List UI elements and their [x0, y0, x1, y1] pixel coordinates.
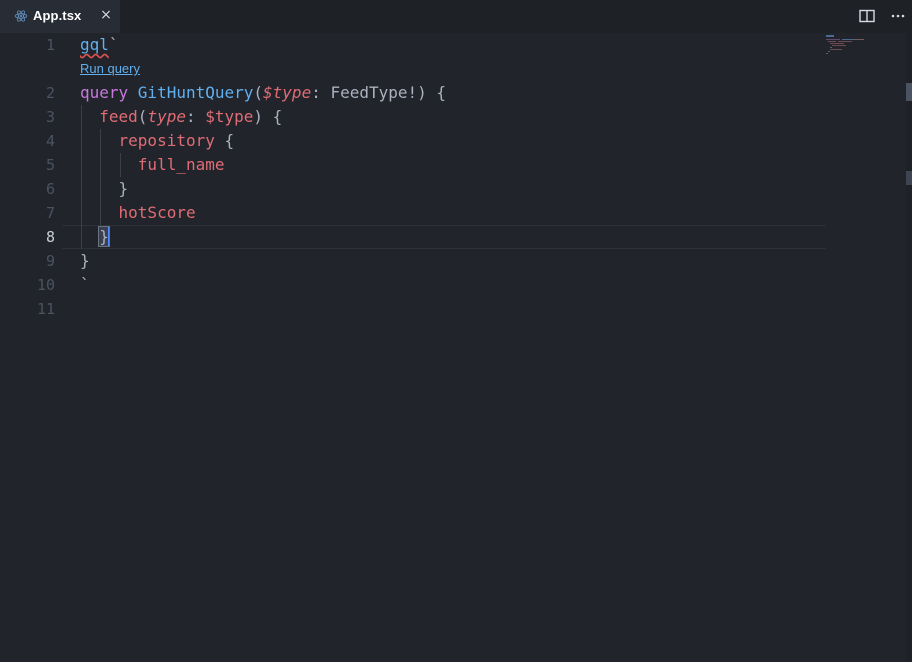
code-token: }	[80, 251, 90, 270]
code-token: hotScore	[118, 203, 196, 222]
code-line-6: }	[80, 177, 129, 201]
tab-filename: App.tsx	[33, 8, 82, 23]
code-token: : FeedType!) {	[311, 83, 447, 102]
line-number: 10	[36, 276, 55, 294]
code-token: feed	[99, 107, 138, 126]
line-number: 4	[45, 132, 55, 150]
code-token: GitHuntQuery	[137, 83, 254, 102]
minimap[interactable]	[826, 33, 906, 662]
line-number: 5	[45, 156, 55, 174]
scrollbar-marker	[906, 171, 912, 185]
vertical-scrollbar[interactable]	[906, 33, 912, 662]
tab-app-tsx[interactable]: App.tsx ×	[0, 0, 120, 33]
code-token: {	[272, 107, 283, 126]
more-actions-icon[interactable]	[889, 8, 907, 24]
line-number: 9	[45, 252, 55, 270]
code-token: $type	[205, 107, 254, 126]
code-token: gql	[80, 35, 109, 54]
code-token: query	[80, 83, 138, 102]
code-line-4: repository {	[80, 129, 235, 153]
run-query-codelens[interactable]: Run query	[80, 61, 140, 77]
line-number: 11	[36, 300, 55, 318]
code-token: $type	[263, 83, 312, 102]
code-editor[interactable]: 1 2 3 4 5 6 7 8 9 10 11 Run query gql` q…	[0, 33, 912, 662]
line-number-gutter: 1 2 3 4 5 6 7 8 9 10 11	[0, 33, 62, 662]
code-token: (	[137, 107, 148, 126]
line-number: 3	[45, 108, 55, 126]
current-line-highlight	[62, 225, 826, 249]
text-cursor	[107, 226, 110, 246]
tab-bar: App.tsx ×	[0, 0, 912, 33]
code-token: `	[108, 35, 119, 54]
code-line-5: full_name	[80, 153, 225, 177]
react-icon	[14, 10, 28, 22]
code-token: :	[185, 107, 206, 126]
code-line-9: }	[80, 249, 90, 273]
line-number: 1	[45, 36, 55, 54]
code-token: )	[253, 107, 273, 126]
code-line-3: feed(type: $type) {	[80, 105, 282, 129]
line-number: 2	[45, 84, 55, 102]
code-token: {	[214, 131, 235, 150]
scrollbar-thumb[interactable]	[906, 83, 912, 101]
code-token: }	[80, 179, 129, 198]
code-line-10: `	[80, 273, 90, 297]
line-number: 7	[45, 204, 55, 222]
code-token: (	[253, 83, 264, 102]
code-line-1: gql`	[80, 33, 119, 57]
code-line-2: query GitHuntQuery($type: FeedType!) {	[80, 81, 446, 105]
code-line-7: hotScore	[80, 201, 196, 225]
line-number-active: 8	[45, 228, 55, 246]
line-number: 6	[45, 180, 55, 198]
code-line-8: }	[80, 225, 110, 249]
code-token: repository	[118, 131, 215, 150]
code-token: `	[80, 275, 90, 294]
split-editor-icon[interactable]	[858, 8, 876, 24]
code-token: full_name	[137, 155, 225, 174]
close-icon[interactable]: ×	[99, 7, 113, 23]
code-token: type	[147, 107, 186, 126]
